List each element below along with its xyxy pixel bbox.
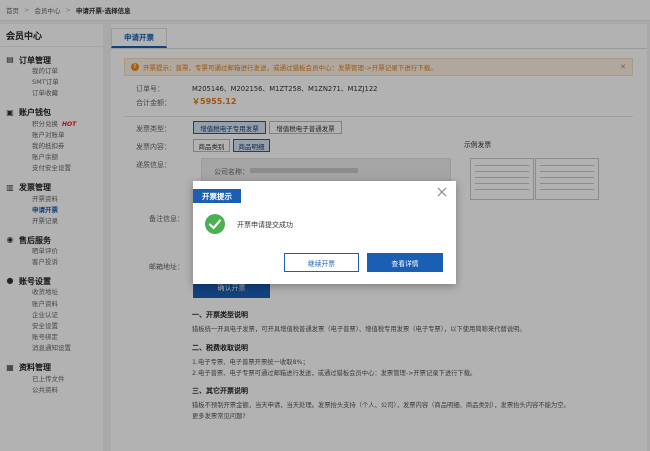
dialog-title: 开票提示 <box>193 189 241 203</box>
invoice-success-dialog: 开票提示 开票申请提交成功 继续开票 查看详情 <box>193 181 456 284</box>
success-check-icon <box>205 214 225 234</box>
view-details-button[interactable]: 查看详情 <box>367 253 443 272</box>
dialog-message: 开票申请提交成功 <box>237 221 293 229</box>
close-icon[interactable] <box>436 186 448 198</box>
continue-invoice-button[interactable]: 继续开票 <box>284 253 359 272</box>
